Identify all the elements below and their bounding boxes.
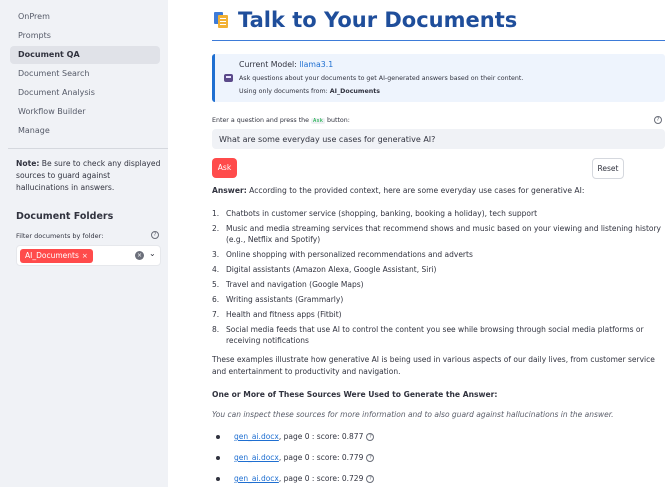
source-item: gen_ai.docx, page 0 : score: 0.877? (212, 432, 375, 441)
source-meta: , page 0 : score: 0.729 (278, 474, 364, 483)
current-model: Current Model: llama3.1 (239, 60, 333, 69)
answer-summary: These examples illustrate how generative… (212, 355, 655, 376)
source-meta: , page 0 : score: 0.877 (278, 432, 364, 441)
bullet (216, 434, 220, 439)
list-text: Music and media streaming services that … (226, 224, 661, 244)
sidebar-divider (8, 148, 168, 149)
sidebar: OnPrem Prompts Document QA Document Sear… (0, 0, 168, 487)
source-meta: , page 0 : score: 0.779 (278, 453, 364, 462)
main-content: Talk to Your Documents Current Model: ll… (168, 0, 671, 487)
list-text: Online shopping with personalized recomm… (226, 250, 473, 259)
list-text: Digital assistants (Amazon Alexa, Google… (226, 265, 437, 274)
list-number: 1. (212, 209, 220, 218)
list-text: Chatbots in customer service (shopping, … (226, 209, 538, 218)
list-item: 4. Digital assistants (Amazon Alexa, Goog… (212, 264, 662, 275)
page-title: Talk to Your Documents (238, 8, 518, 32)
list-item: 1. Chatbots in customer service (shopping… (212, 208, 662, 219)
sidebar-nav: OnPrem Prompts Document QA Document Sear… (0, 0, 168, 140)
folder-multiselect[interactable]: AI_Documents × × ⌄ (16, 245, 161, 266)
info-scope: Using only documents from: AI_Documents (239, 88, 380, 95)
source-link[interactable]: gen_ai.docx (234, 474, 279, 483)
answer-intro: Answer: According to the provided contex… (212, 186, 584, 195)
folder-tag: AI_Documents × (20, 249, 93, 263)
list-text: Writing assistants (Grammarly) (226, 295, 344, 304)
question-label: Enter a question and press the Ask butto… (212, 117, 350, 124)
page-title-row: Talk to Your Documents (212, 8, 517, 32)
sidebar-item-document-qa[interactable]: Document QA (10, 46, 160, 64)
question-label-prefix: Enter a question and press the (212, 117, 312, 124)
question-label-suffix: button: (324, 117, 350, 124)
list-number: 7. (212, 310, 220, 319)
list-item: 7. Health and fitness apps (Fitbit) (212, 309, 662, 320)
list-item: 8. Social media feeds that use AI to cont… (212, 324, 662, 346)
answer-list: 1. Chatbots in customer service (shopping… (212, 208, 662, 350)
help-icon[interactable]: ? (366, 474, 375, 483)
scope-prefix: Using only documents from: (239, 88, 330, 95)
list-number: 6. (212, 295, 220, 304)
bullet (216, 455, 220, 460)
list-text: Health and fitness apps (Fitbit) (226, 310, 342, 319)
list-text: Social media feeds that use AI to contro… (226, 325, 644, 345)
note-label: Note: (16, 159, 40, 168)
source-item: gen_ai.docx, page 0 : score: 0.729? (212, 474, 375, 483)
list-number: 4. (212, 265, 220, 274)
scope-folder: AI_Documents (329, 88, 380, 95)
ask-code-chip: Ask (311, 118, 325, 124)
ask-button[interactable]: Ask (212, 158, 237, 178)
clear-icon[interactable]: × (135, 251, 144, 260)
robot-icon (224, 74, 233, 82)
model-label: Current Model: (239, 60, 300, 69)
info-description: Ask questions about your documents to ge… (239, 75, 524, 82)
sidebar-item-manage[interactable]: Manage (10, 122, 160, 140)
sources-subtitle: You can inspect these sources for more i… (212, 410, 614, 419)
source-link[interactable]: gen_ai.docx (234, 432, 279, 441)
documents-icon (212, 11, 230, 29)
source-item: gen_ai.docx, page 0 : score: 0.779? (212, 453, 375, 462)
help-icon[interactable]: ? (151, 231, 159, 239)
bullet (216, 476, 220, 481)
list-number: 8. (212, 325, 220, 334)
sources-heading: One or More of These Sources Were Used t… (212, 390, 498, 399)
list-item: 3. Online shopping with personalized reco… (212, 249, 662, 260)
list-number: 5. (212, 280, 220, 289)
reset-button[interactable]: Reset (592, 158, 624, 179)
sidebar-item-onprem[interactable]: OnPrem (10, 8, 160, 26)
info-callout: Current Model: llama3.1 Ask questions ab… (212, 54, 665, 102)
list-number: 3. (212, 250, 220, 259)
list-item: 5. Travel and navigation (Google Maps) (212, 279, 662, 290)
sidebar-note: Note: Be sure to check any displayed sou… (16, 158, 162, 194)
answer-label: Answer: (212, 186, 247, 195)
help-icon[interactable]: ? (654, 116, 662, 124)
question-input[interactable] (212, 129, 665, 149)
filter-label: Filter documents by folder: (16, 232, 104, 240)
close-icon[interactable]: × (82, 252, 88, 260)
title-divider (212, 40, 665, 41)
help-icon[interactable]: ? (366, 453, 375, 462)
list-item: 2. Music and media streaming services tha… (212, 223, 662, 245)
source-link[interactable]: gen_ai.docx (234, 453, 279, 462)
list-item: 6. Writing assistants (Grammarly) (212, 294, 662, 305)
answer-intro-text: According to the provided context, here … (246, 186, 585, 195)
sidebar-item-document-analysis[interactable]: Document Analysis (10, 84, 160, 102)
help-icon[interactable]: ? (366, 432, 375, 441)
list-number: 2. (212, 224, 220, 233)
folder-tag-label: AI_Documents (25, 251, 79, 260)
sidebar-item-prompts[interactable]: Prompts (10, 27, 160, 45)
sidebar-item-workflow-builder[interactable]: Workflow Builder (10, 103, 160, 121)
sidebar-item-document-search[interactable]: Document Search (10, 65, 160, 83)
chevron-down-icon[interactable]: ⌄ (149, 249, 156, 258)
list-text: Travel and navigation (Google Maps) (226, 280, 364, 289)
model-name: llama3.1 (299, 60, 334, 69)
folders-heading: Document Folders (16, 211, 114, 222)
